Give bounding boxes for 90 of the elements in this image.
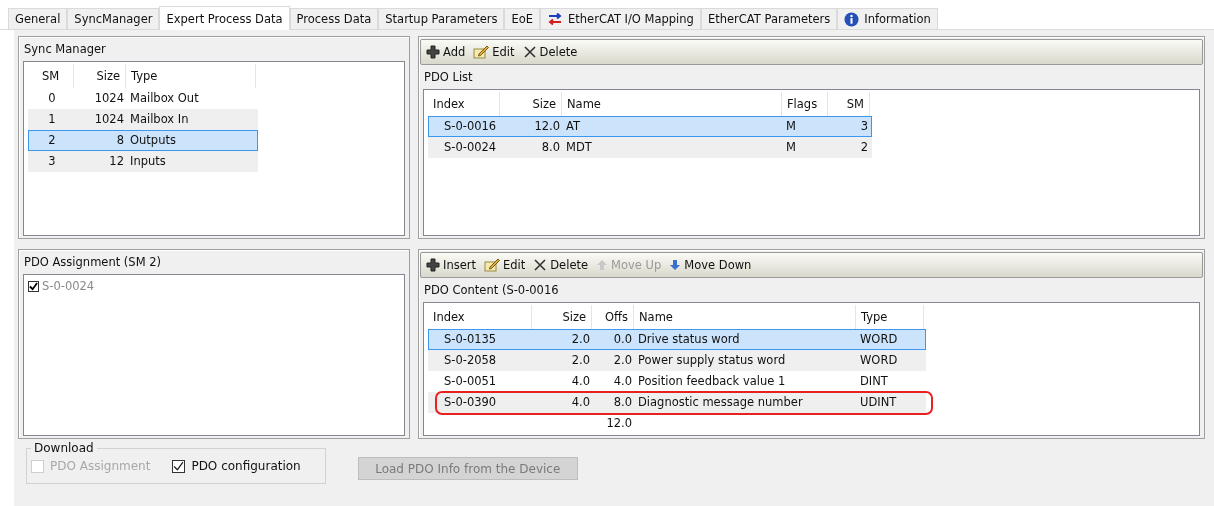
toolbar-button[interactable]: Edit <box>481 255 529 275</box>
tab[interactable]: EtherCAT I/O Mapping <box>540 8 701 29</box>
table-cell-text: 0.0 <box>612 331 633 348</box>
tab[interactable]: EtherCAT Parameters <box>700 8 838 29</box>
table-cell-text: Drive status word <box>637 331 741 348</box>
pencil-icon <box>473 45 490 59</box>
table-row[interactable]: S-0-0024 8.0 MDT M 2 <box>428 137 872 158</box>
table-cell-text: WORD <box>859 331 899 348</box>
arrows-icon <box>547 13 564 25</box>
table-cell-text: 3 <box>859 118 869 135</box>
table-cell-text: 2.0 <box>570 331 591 348</box>
plus-icon <box>426 258 440 272</box>
tab[interactable]: Information <box>837 8 938 29</box>
panel-title: PDO Assignment (SM 2) <box>23 254 163 271</box>
table-row[interactable]: 0 1024 Mailbox Out <box>28 88 258 109</box>
tab[interactable]: Expert Process Data <box>159 6 290 30</box>
table-row[interactable]: S-0-0135 2.0 0.0 Drive status word WORD <box>428 329 926 350</box>
table-cell-text: S-0-0016 <box>443 118 498 135</box>
table-cell-text: UDINT <box>859 394 898 411</box>
tab[interactable]: Process Data <box>289 8 379 29</box>
table-cell-text: AT <box>565 118 581 135</box>
column-header[interactable]: SM <box>28 64 74 88</box>
table-cell-text: 12 <box>108 153 125 170</box>
checkbox-option[interactable]: PDO configuration <box>172 459 301 473</box>
table-cell-text: 2.0 <box>570 352 591 369</box>
table-cell-text: M <box>785 118 797 135</box>
table-cell-text: 12.0 <box>533 118 561 135</box>
toolbar-button[interactable]: Insert <box>423 255 479 275</box>
table-cell-text: WORD <box>859 352 899 369</box>
column-header[interactable]: Size <box>74 64 126 88</box>
table-cell-text: Mailbox Out <box>129 90 200 107</box>
toolbar-button[interactable]: Delete <box>519 42 581 62</box>
up-arrow-icon <box>596 259 609 271</box>
table-row[interactable]: 3 12 Inputs <box>28 151 258 172</box>
table-cell-text: 12.0 <box>605 415 633 432</box>
panel-title: PDO Content (S-0-0016 <box>423 282 560 299</box>
check-icon <box>173 460 185 472</box>
table-cell-text: Position feedback value 1 <box>637 373 787 390</box>
table-cell-text: MDT <box>565 139 593 156</box>
table-cell-text: S-0-0051 <box>443 373 498 390</box>
toolbar-button[interactable]: Move Down <box>666 255 755 275</box>
table-cell-text: Diagnostic message number <box>637 394 804 411</box>
table-cell-text: S-0-0135 <box>443 331 498 348</box>
table-cell-text: 2 <box>859 139 869 156</box>
table-row[interactable]: 2 8 Outputs <box>28 130 258 151</box>
table-cell-text: 2 <box>47 132 57 149</box>
table-cell-text: S-0-0390 <box>443 394 498 411</box>
checkbox-label: S-0-0024 <box>42 279 95 293</box>
table-cell-text: 4.0 <box>570 373 591 390</box>
panel-title: Sync Manager <box>23 41 107 58</box>
tab[interactable]: General <box>8 8 68 29</box>
check-icon <box>29 281 38 291</box>
table-cell-text: 1 <box>47 111 57 128</box>
toolbar-button[interactable]: Edit <box>470 42 518 62</box>
toolbar-button[interactable]: Delete <box>530 255 592 275</box>
table-row[interactable]: S-0-0051 4.0 4.0 Position feedback value 1 DINT <box>428 371 926 392</box>
table-cell-text: 1024 <box>93 111 125 128</box>
table-cell-text: 1024 <box>93 90 125 107</box>
panel-title: PDO List <box>423 69 474 86</box>
table-cell-text: 2.0 <box>612 352 633 369</box>
table-cell-text: 4.0 <box>570 394 591 411</box>
table-cell-text: S-0-0024 <box>443 139 498 156</box>
table-cell-text: Power supply status word <box>637 352 787 369</box>
tab[interactable]: SyncManager <box>67 8 160 29</box>
info-icon <box>844 11 860 27</box>
toolbar-button[interactable]: Add <box>423 42 469 62</box>
table-row[interactable]: S-0-0016 12.0 AT M 3 <box>428 116 872 137</box>
table-cell-text: Outputs <box>129 132 177 149</box>
table-cell-text: Mailbox In <box>129 111 190 128</box>
table-cell-text: DINT <box>859 373 889 390</box>
table-row[interactable]: 1 1024 Mailbox In <box>28 109 258 130</box>
pencil-icon <box>484 258 500 272</box>
table-cell-text: 3 <box>47 153 57 170</box>
table-cell-text: M <box>785 139 797 156</box>
column-header[interactable]: Type <box>126 64 256 88</box>
table-cell-text: 8.0 <box>540 139 561 156</box>
table-cell-text: Inputs <box>129 153 167 170</box>
table-row[interactable]: S-0-2058 2.0 2.0 Power supply status word WORD <box>428 350 926 371</box>
table-cell-text: 8.0 <box>612 394 633 411</box>
down-arrow-icon <box>669 259 682 271</box>
close-icon <box>533 258 548 272</box>
table-cell-text: 4.0 <box>612 373 633 390</box>
close-icon <box>522 45 537 59</box>
plus-icon <box>426 45 440 59</box>
table-cell-text: S-0-2058 <box>443 352 498 369</box>
table-cell-text: 0 <box>47 90 57 107</box>
tab[interactable]: Startup Parameters <box>378 8 505 29</box>
group-title: Download <box>33 441 95 455</box>
tab[interactable]: EoE <box>504 8 541 29</box>
table-cell-text: 8 <box>115 132 125 149</box>
